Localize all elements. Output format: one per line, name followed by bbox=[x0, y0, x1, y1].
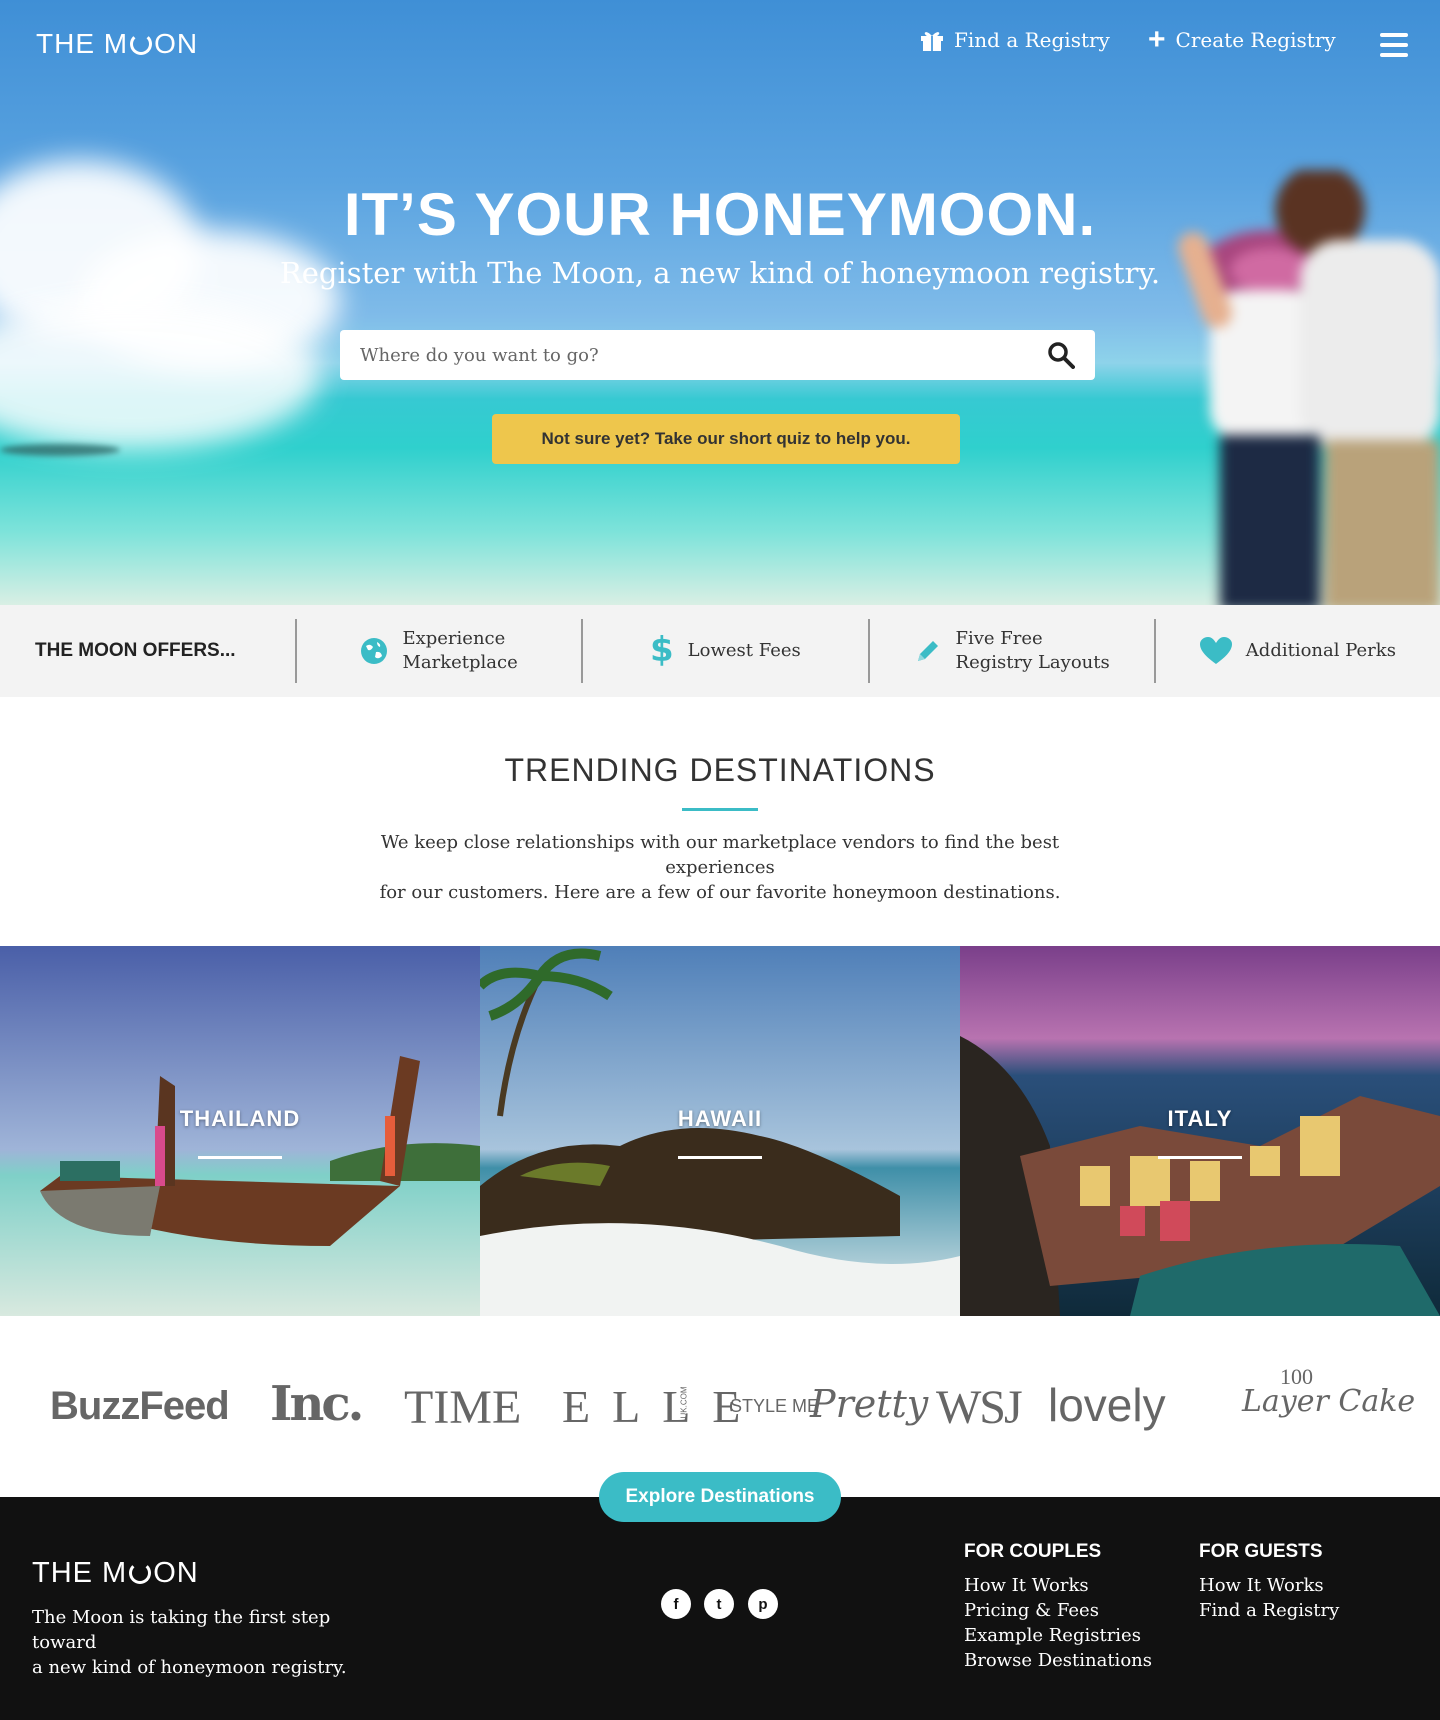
trending-description: We keep close relationships with our mar… bbox=[379, 832, 1061, 903]
offers-bar: THE MOON OFFERS... Experience Marketplace… bbox=[0, 605, 1440, 697]
footer-guests-column: FOR GUESTS How It Works Find a Registry bbox=[1199, 1541, 1339, 1623]
create-registry-link[interactable]: + Create Registry bbox=[1148, 23, 1336, 56]
globe-icon bbox=[361, 638, 388, 664]
explore-destinations-button[interactable]: Explore Destinations bbox=[599, 1472, 841, 1522]
hero-title: IT’S YOUR HONEYMOON. bbox=[343, 181, 1097, 248]
offer-registry-layouts[interactable]: Five Free Registry Layouts bbox=[867, 619, 1154, 683]
search-icon[interactable] bbox=[1047, 341, 1075, 369]
trending-divider bbox=[682, 808, 758, 811]
hero-subtitle: Register with The Moon, a new kind of ho… bbox=[279, 256, 1161, 290]
elle-uk-label: UK.COM bbox=[679, 1386, 689, 1419]
find-registry-link[interactable]: Find a Registry bbox=[920, 28, 1110, 52]
quiz-button[interactable]: Not sure yet? Take our short quiz to hel… bbox=[492, 414, 960, 464]
destination-label: ITALY bbox=[1167, 1106, 1233, 1131]
pencil-icon bbox=[917, 641, 938, 661]
create-registry-label: Create Registry bbox=[1175, 28, 1336, 52]
site-logo[interactable]: THE M ON bbox=[36, 28, 198, 60]
footer-couples-column: FOR COUPLES How It Works Pricing & Fees … bbox=[964, 1541, 1152, 1673]
destination-search-bar bbox=[340, 330, 1095, 380]
destination-divider bbox=[198, 1156, 282, 1159]
pretty-logo: Pretty bbox=[810, 1382, 929, 1426]
destination-label: HAWAII bbox=[677, 1106, 763, 1131]
footer-couples-heading: FOR COUPLES bbox=[964, 1541, 1102, 1562]
plus-icon: + bbox=[1148, 23, 1166, 56]
moon-icon bbox=[129, 1562, 152, 1584]
destination-card-italy[interactable]: ITALY bbox=[960, 946, 1440, 1316]
dollar-icon: $ bbox=[649, 630, 674, 671]
lovely-logo: lovely bbox=[1048, 1379, 1166, 1431]
footer-link-guest-how-it-works[interactable]: How It Works bbox=[1199, 1573, 1339, 1598]
footer-logo[interactable]: THE M ON bbox=[32, 1557, 199, 1590]
style-me-logo: STYLE ME bbox=[730, 1396, 820, 1416]
wsj-logo: WSJ bbox=[936, 1381, 1023, 1434]
find-registry-label: Find a Registry bbox=[954, 28, 1110, 52]
inc-logo: Inc. bbox=[270, 1376, 364, 1432]
hero-island bbox=[0, 444, 120, 456]
footer: THE M ON The Moon is taking the first ste… bbox=[0, 1497, 1440, 1720]
footer-link-example-registries[interactable]: Example Registries bbox=[964, 1623, 1152, 1648]
layer-cake-logo: Layer Cake bbox=[1242, 1384, 1416, 1419]
trending-title: TRENDING DESTINATIONS bbox=[504, 752, 936, 788]
destination-card-thailand[interactable]: THAILAND bbox=[0, 946, 480, 1316]
buzzfeed-logo: BuzzFeed bbox=[50, 1384, 230, 1428]
destination-search-input[interactable] bbox=[360, 344, 1047, 366]
footer-guests-heading: FOR GUESTS bbox=[1199, 1541, 1323, 1562]
footer-tagline: The Moon is taking the first step toward… bbox=[32, 1607, 347, 1678]
press-logos: BuzzFeed Inc. TIME ELLE UK.COM STYLE ME … bbox=[0, 1364, 1440, 1440]
gift-icon bbox=[920, 29, 944, 51]
pinterest-icon[interactable]: p bbox=[748, 1589, 778, 1619]
footer-link-browse-destinations[interactable]: Browse Destinations bbox=[964, 1648, 1152, 1673]
menu-icon[interactable] bbox=[1380, 33, 1408, 57]
hero-section: THE M ON Find a Registry + Create Registr… bbox=[0, 0, 1440, 605]
facebook-icon[interactable]: f bbox=[661, 1589, 691, 1619]
offer-experience-marketplace[interactable]: Experience Marketplace bbox=[295, 619, 581, 683]
twitter-icon[interactable]: t bbox=[704, 1589, 734, 1619]
time-logo: TIME bbox=[404, 1381, 522, 1434]
heart-icon bbox=[1199, 637, 1232, 664]
destination-card-hawaii[interactable]: HAWAII bbox=[480, 946, 960, 1316]
destination-divider bbox=[1158, 1156, 1242, 1159]
footer-link-pricing-fees[interactable]: Pricing & Fees bbox=[964, 1598, 1152, 1623]
offer-additional-perks[interactable]: Additional Perks bbox=[1153, 619, 1440, 683]
offer-lowest-fees[interactable]: $ Lowest Fees bbox=[581, 619, 867, 683]
offers-title: THE MOON OFFERS... bbox=[35, 640, 236, 661]
destination-label: THAILAND bbox=[179, 1106, 301, 1131]
footer-link-find-registry[interactable]: Find a Registry bbox=[1199, 1598, 1339, 1623]
footer-link-how-it-works[interactable]: How It Works bbox=[964, 1573, 1152, 1598]
moon-icon bbox=[130, 33, 153, 55]
destination-divider bbox=[678, 1156, 762, 1159]
